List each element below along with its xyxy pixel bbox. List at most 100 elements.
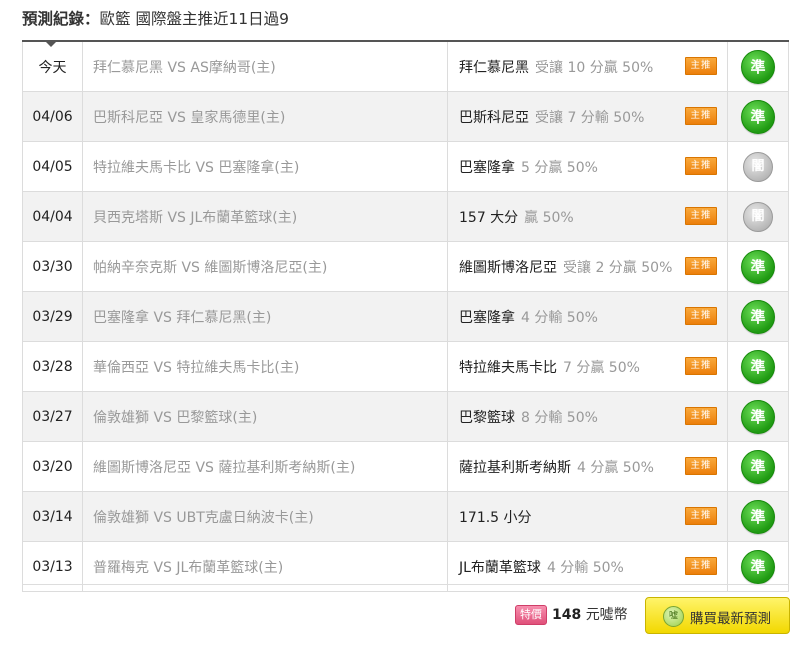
- main-pick-tag: 主推: [685, 557, 717, 575]
- row-detail: 受讓 2 分贏 50%: [563, 259, 673, 276]
- row-match[interactable]: 倫敦雄獅 VS UBT克盧日納波卡(主): [82, 491, 448, 542]
- row-match[interactable]: 倫敦雄獅 VS 巴黎籃球(主): [82, 391, 448, 442]
- row-result: 闇: [727, 141, 789, 192]
- main-pick-tag: 主推: [685, 57, 717, 75]
- main-pick-tag: 主推: [685, 207, 717, 225]
- row-pick: 巴黎籃球: [459, 409, 515, 426]
- coin-icon: 噓: [663, 606, 684, 627]
- row-prediction: 薩拉基利斯考納斯 4 分贏 50% 主推: [447, 441, 728, 492]
- win-result-icon: 準: [741, 49, 775, 84]
- row-pick: 157 大分: [459, 209, 519, 226]
- push-result-icon: 闇: [743, 201, 773, 232]
- row-date: 03/14: [22, 491, 83, 542]
- page-header: 預測紀錄：歐籃 國際盤主推近11日過9: [22, 6, 289, 40]
- row-prediction: 特拉維夫馬卡比 7 分贏 50% 主推: [447, 341, 728, 392]
- row-result: 準: [727, 241, 789, 292]
- row-prediction: 維圖斯博洛尼亞 受讓 2 分贏 50% 主推: [447, 241, 728, 292]
- main-pick-tag: 主推: [685, 257, 717, 275]
- row-date: 03/20: [22, 441, 83, 492]
- row-date: 03/30: [22, 241, 83, 292]
- row-detail: 贏 50%: [524, 209, 574, 226]
- header-notch: [46, 42, 56, 47]
- row-pick: JL布蘭革籃球: [459, 559, 541, 576]
- main-pick-tag: 主推: [685, 357, 717, 375]
- row-date: 03/27: [22, 391, 83, 442]
- row-prediction: 巴黎籃球 8 分輸 50% 主推: [447, 391, 728, 442]
- push-result-icon: 闇: [743, 151, 773, 182]
- table-row: 04/06 巴斯科尼亞 VS 皇家馬德里(主) 巴斯科尼亞 受讓 7 分輸 50% 主推…: [22, 91, 789, 142]
- table-row: 04/05 特拉維夫馬卡比 VS 巴塞隆拿(主) 巴塞隆拿 5 分贏 50% 主推 闇: [22, 141, 789, 192]
- win-result-icon: 準: [741, 349, 775, 384]
- row-date: 04/05: [22, 141, 83, 192]
- row-pick: 特拉維夫馬卡比: [459, 359, 557, 376]
- row-match[interactable]: 巴斯科尼亞 VS 皇家馬德里(主): [82, 91, 448, 142]
- row-detail: 8 分輸 50%: [521, 409, 598, 426]
- row-match[interactable]: 巴塞隆拿 VS 拜仁慕尼黑(主): [82, 291, 448, 342]
- row-pick: 薩拉基利斯考納斯: [459, 459, 571, 476]
- win-result-icon: 準: [741, 99, 775, 134]
- price-text: 148 元噓幣: [552, 605, 628, 625]
- buy-latest-prediction-button[interactable]: 噓 購買最新預測: [645, 597, 790, 634]
- row-match[interactable]: 貝西克塔斯 VS JL布蘭革籃球(主): [82, 191, 448, 242]
- row-match[interactable]: 帕納辛奈克斯 VS 維圖斯博洛尼亞(主): [82, 241, 448, 292]
- row-detail: 4 分贏 50%: [577, 459, 654, 476]
- row-date: 04/06: [22, 91, 83, 142]
- row-prediction: 171.5 小分 主推: [447, 491, 728, 542]
- main-pick-tag: 主推: [685, 307, 717, 325]
- page-title: 歐籃 國際盤主推近11日過9: [99, 10, 290, 28]
- table-row: 03/27 倫敦雄獅 VS 巴黎籃球(主) 巴黎籃球 8 分輸 50% 主推 準: [22, 391, 789, 442]
- win-result-icon: 準: [741, 499, 775, 534]
- row-prediction: 巴塞隆拿 5 分贏 50% 主推: [447, 141, 728, 192]
- table-row: 03/29 巴塞隆拿 VS 拜仁慕尼黑(主) 巴塞隆拿 4 分輸 50% 主推 準: [22, 291, 789, 342]
- price-value: 148: [552, 607, 582, 623]
- row-prediction: 拜仁慕尼黑 受讓 10 分贏 50% 主推: [447, 42, 728, 92]
- row-detail: 5 分贏 50%: [521, 159, 598, 176]
- row-result: 準: [727, 391, 789, 442]
- row-result: 準: [727, 42, 789, 92]
- win-result-icon: 準: [741, 299, 775, 334]
- row-result: 準: [727, 341, 789, 392]
- row-pick: 巴斯科尼亞: [459, 109, 529, 126]
- win-result-icon: 準: [741, 549, 775, 584]
- win-result-icon: 準: [741, 399, 775, 434]
- row-pick: 171.5 小分: [459, 509, 532, 526]
- buy-button-label: 購買最新預測: [690, 611, 771, 627]
- row-result: 準: [727, 441, 789, 492]
- row-date: 今天: [22, 42, 83, 92]
- table-row: 03/30 帕納辛奈克斯 VS 維圖斯博洛尼亞(主) 維圖斯博洛尼亞 受讓 2 分贏 …: [22, 241, 789, 292]
- price-unit: 元噓幣: [585, 607, 628, 623]
- row-result: 準: [727, 291, 789, 342]
- row-pick: 維圖斯博洛尼亞: [459, 259, 557, 276]
- header-label: 預測紀錄：: [22, 10, 100, 28]
- row-pick: 拜仁慕尼黑: [459, 59, 529, 76]
- row-match[interactable]: 華倫西亞 VS 特拉維夫馬卡比(主): [82, 341, 448, 392]
- row-detail: 受讓 7 分輸 50%: [535, 109, 645, 126]
- special-price-badge: 特價: [515, 605, 547, 625]
- table-row: 03/20 維圖斯博洛尼亞 VS 薩拉基利斯考納斯(主) 薩拉基利斯考納斯 4 分贏 …: [22, 441, 789, 492]
- main-pick-tag: 主推: [685, 507, 717, 525]
- row-pick: 巴塞隆拿: [459, 309, 515, 326]
- row-match[interactable]: 特拉維夫馬卡比 VS 巴塞隆拿(主): [82, 141, 448, 192]
- win-result-icon: 準: [741, 449, 775, 484]
- row-date: 03/29: [22, 291, 83, 342]
- table-row: 今天 拜仁慕尼黑 VS AS摩納哥(主) 拜仁慕尼黑 受讓 10 分贏 50% 主推 準: [22, 42, 789, 92]
- main-pick-tag: 主推: [685, 457, 717, 475]
- row-match[interactable]: 拜仁慕尼黑 VS AS摩納哥(主): [82, 42, 448, 92]
- row-prediction: 157 大分贏 50% 主推: [447, 191, 728, 242]
- main-pick-tag: 主推: [685, 107, 717, 125]
- row-date: 04/04: [22, 191, 83, 242]
- main-pick-tag: 主推: [685, 407, 717, 425]
- row-result: 準: [727, 91, 789, 142]
- table-row: 04/04 貝西克塔斯 VS JL布蘭革籃球(主) 157 大分贏 50% 主推 闇: [22, 191, 789, 242]
- row-result: 闇: [727, 191, 789, 242]
- row-detail: 7 分贏 50%: [563, 359, 640, 376]
- record-rows: 今天 拜仁慕尼黑 VS AS摩納哥(主) 拜仁慕尼黑 受讓 10 分贏 50% 主推準 0…: [22, 42, 789, 592]
- table-row: 03/14 倫敦雄獅 VS UBT克盧日納波卡(主) 171.5 小分 主推 準: [22, 491, 789, 542]
- row-result: 準: [727, 491, 789, 542]
- row-detail: 4 分輸 50%: [546, 559, 624, 576]
- row-prediction: 巴塞隆拿 4 分輸 50% 主推: [447, 291, 728, 342]
- win-result-icon: 準: [741, 249, 775, 284]
- row-match[interactable]: 維圖斯博洛尼亞 VS 薩拉基利斯考納斯(主): [82, 441, 448, 492]
- row-pick: 巴塞隆拿: [459, 159, 515, 176]
- row-prediction: 巴斯科尼亞 受讓 7 分輸 50% 主推: [447, 91, 728, 142]
